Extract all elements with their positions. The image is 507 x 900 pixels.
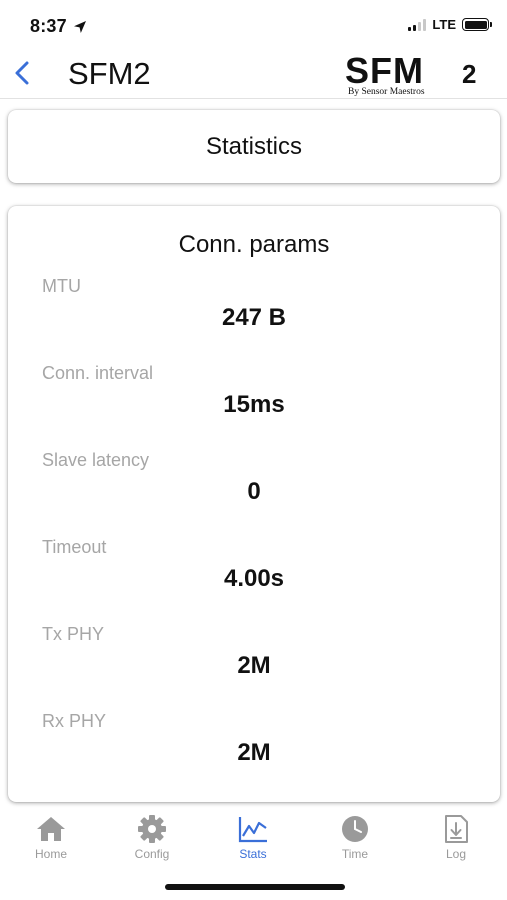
tab-config[interactable]: Config	[112, 814, 192, 866]
param-slave-latency: Slave latency 0	[8, 450, 500, 537]
page-title: SFM2	[68, 56, 151, 91]
tab-label: Time	[341, 847, 369, 861]
param-mtu: MTU 247 B	[8, 276, 500, 363]
param-label: MTU	[42, 276, 81, 296]
tab-label: Home	[34, 847, 67, 861]
param-value: 15ms	[223, 391, 285, 418]
tab-label: Log	[445, 847, 467, 861]
home-indicator[interactable]	[165, 884, 345, 890]
clock-icon	[342, 816, 368, 842]
nav-divider	[0, 98, 507, 99]
conn-params-title: Conn. params	[178, 231, 330, 258]
param-label: Conn. interval	[42, 363, 154, 383]
network-type: LTE	[432, 17, 456, 32]
param-value: 0	[247, 478, 261, 505]
status-indicators: LTE	[408, 17, 492, 32]
status-time-group: 8:37	[30, 16, 87, 37]
tab-time[interactable]: Time	[315, 814, 395, 866]
param-label: Timeout	[42, 537, 107, 557]
gear-icon	[138, 815, 166, 843]
tab-bar: Home Config Stats Time Log	[0, 808, 507, 868]
tab-label: Config	[134, 847, 170, 861]
param-value: 247 B	[221, 304, 287, 331]
param-rx-phy: Rx PHY 2M	[8, 711, 500, 798]
download-file-icon	[445, 815, 468, 843]
statistics-title: Statistics	[205, 132, 303, 160]
nav-bar: SFM2 SFM 2 By Sensor Maestros	[0, 50, 507, 98]
battery-icon	[462, 18, 492, 31]
back-chevron-icon[interactable]	[10, 58, 36, 88]
param-conn-interval: Conn. interval 15ms	[8, 363, 500, 450]
house-icon	[37, 817, 65, 841]
tab-label: Stats	[239, 847, 267, 861]
param-value: 2M	[237, 739, 271, 766]
param-label: Rx PHY	[42, 711, 107, 731]
logo-sub-text: 2	[462, 59, 476, 89]
tab-log[interactable]: Log	[416, 814, 496, 866]
status-time: 8:37	[30, 16, 67, 36]
conn-params-card: Conn. params MTU 247 B Conn. interval 15…	[8, 206, 500, 802]
signal-icon	[408, 18, 427, 31]
param-value: 4.00s	[223, 565, 285, 592]
line-chart-icon	[238, 817, 267, 843]
location-arrow-icon	[73, 20, 86, 33]
logo-tagline: By Sensor Maestros	[348, 87, 425, 96]
tab-home[interactable]: Home	[11, 814, 91, 866]
param-value: 2M	[237, 652, 271, 679]
param-timeout: Timeout 4.00s	[8, 537, 500, 624]
statistics-header-card: Statistics	[8, 110, 500, 183]
tab-stats[interactable]: Stats	[213, 814, 293, 866]
param-tx-phy: Tx PHY 2M	[8, 624, 500, 711]
sfm2-logo: SFM 2 By Sensor Maestros	[345, 52, 476, 96]
param-label: Slave latency	[42, 450, 150, 470]
logo-main-text: SFM	[345, 52, 424, 91]
param-label: Tx PHY	[42, 624, 105, 644]
status-bar: 8:37 LTE	[0, 0, 507, 50]
